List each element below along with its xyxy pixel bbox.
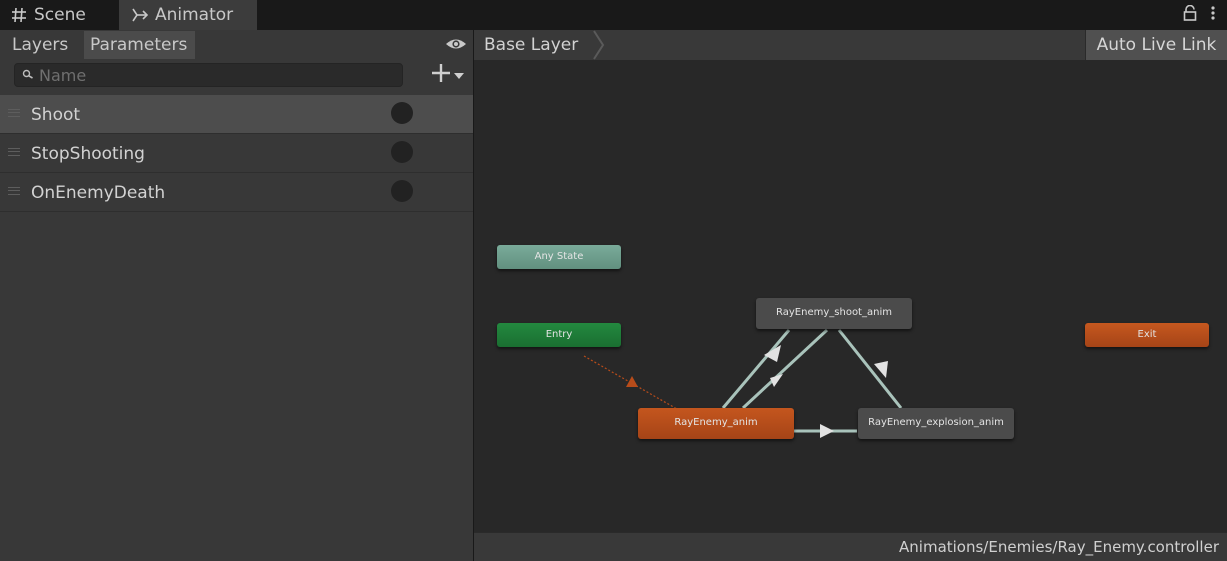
lock-icon[interactable] — [1183, 4, 1197, 25]
drag-handle-icon[interactable] — [8, 187, 20, 195]
chevron-down-icon — [452, 66, 466, 85]
state-rayenemy-shoot-anim[interactable]: RayEnemy_shoot_anim — [756, 298, 912, 329]
trigger-toggle[interactable] — [391, 180, 413, 202]
add-parameter-button[interactable] — [430, 64, 470, 86]
parameter-row-shoot[interactable]: Shoot — [0, 95, 473, 134]
controller-path: Animations/Enemies/Ray_Enemy.controller — [899, 538, 1219, 556]
state-machine-graph[interactable]: Base Layer Auto Live Link Any State Entr… — [474, 30, 1227, 532]
parameter-list: Shoot StopShooting OnEnemyDeath — [0, 95, 473, 212]
tab-scene-label: Scene — [34, 5, 86, 25]
eye-icon[interactable] — [445, 36, 467, 56]
more-menu-icon[interactable] — [1211, 5, 1215, 25]
trigger-toggle[interactable] — [391, 102, 413, 124]
state-entry[interactable]: Entry — [497, 323, 621, 347]
parameter-name[interactable]: Shoot — [31, 95, 80, 134]
parameter-name[interactable]: OnEnemyDeath — [31, 173, 165, 212]
search-input[interactable] — [39, 65, 379, 85]
state-rayenemy-anim[interactable]: RayEnemy_anim — [638, 408, 794, 439]
tab-animator-label: Animator — [155, 5, 234, 25]
state-rayenemy-explosion-anim[interactable]: RayEnemy_explosion_anim — [858, 408, 1014, 439]
parameter-row-stopshooting[interactable]: StopShooting — [0, 134, 473, 173]
search-icon — [22, 66, 34, 85]
tab-animator[interactable]: Animator — [119, 0, 257, 30]
window-controls — [1183, 4, 1215, 25]
panel-toolbar: Layers Parameters — [0, 30, 473, 60]
tab-scene[interactable]: Scene — [0, 0, 118, 30]
parameters-panel: Layers Parameters Shoot StopShooting — [0, 30, 473, 561]
plus-icon — [430, 62, 452, 88]
animator-icon — [131, 6, 149, 24]
status-bar: Animations/Enemies/Ray_Enemy.controller — [474, 532, 1227, 561]
search-field[interactable] — [14, 63, 403, 87]
parameter-row-onenemydeath[interactable]: OnEnemyDeath — [0, 173, 473, 212]
drag-handle-icon[interactable] — [8, 109, 20, 117]
editor-tab-bar: Scene Animator — [0, 0, 1227, 30]
transition-arrow-icon — [626, 376, 638, 387]
drag-handle-icon[interactable] — [8, 148, 20, 156]
trigger-toggle[interactable] — [391, 141, 413, 163]
state-any-state[interactable]: Any State — [497, 245, 621, 269]
transitions-layer — [583, 328, 903, 438]
state-exit[interactable]: Exit — [1085, 323, 1209, 347]
tab-parameters[interactable]: Parameters — [84, 31, 195, 59]
parameter-name[interactable]: StopShooting — [31, 134, 145, 173]
transition-arrow-icon — [820, 424, 834, 438]
tab-layers[interactable]: Layers — [6, 31, 84, 59]
grid-icon — [10, 6, 28, 24]
transition-shoot-to-explosion[interactable] — [837, 329, 903, 409]
